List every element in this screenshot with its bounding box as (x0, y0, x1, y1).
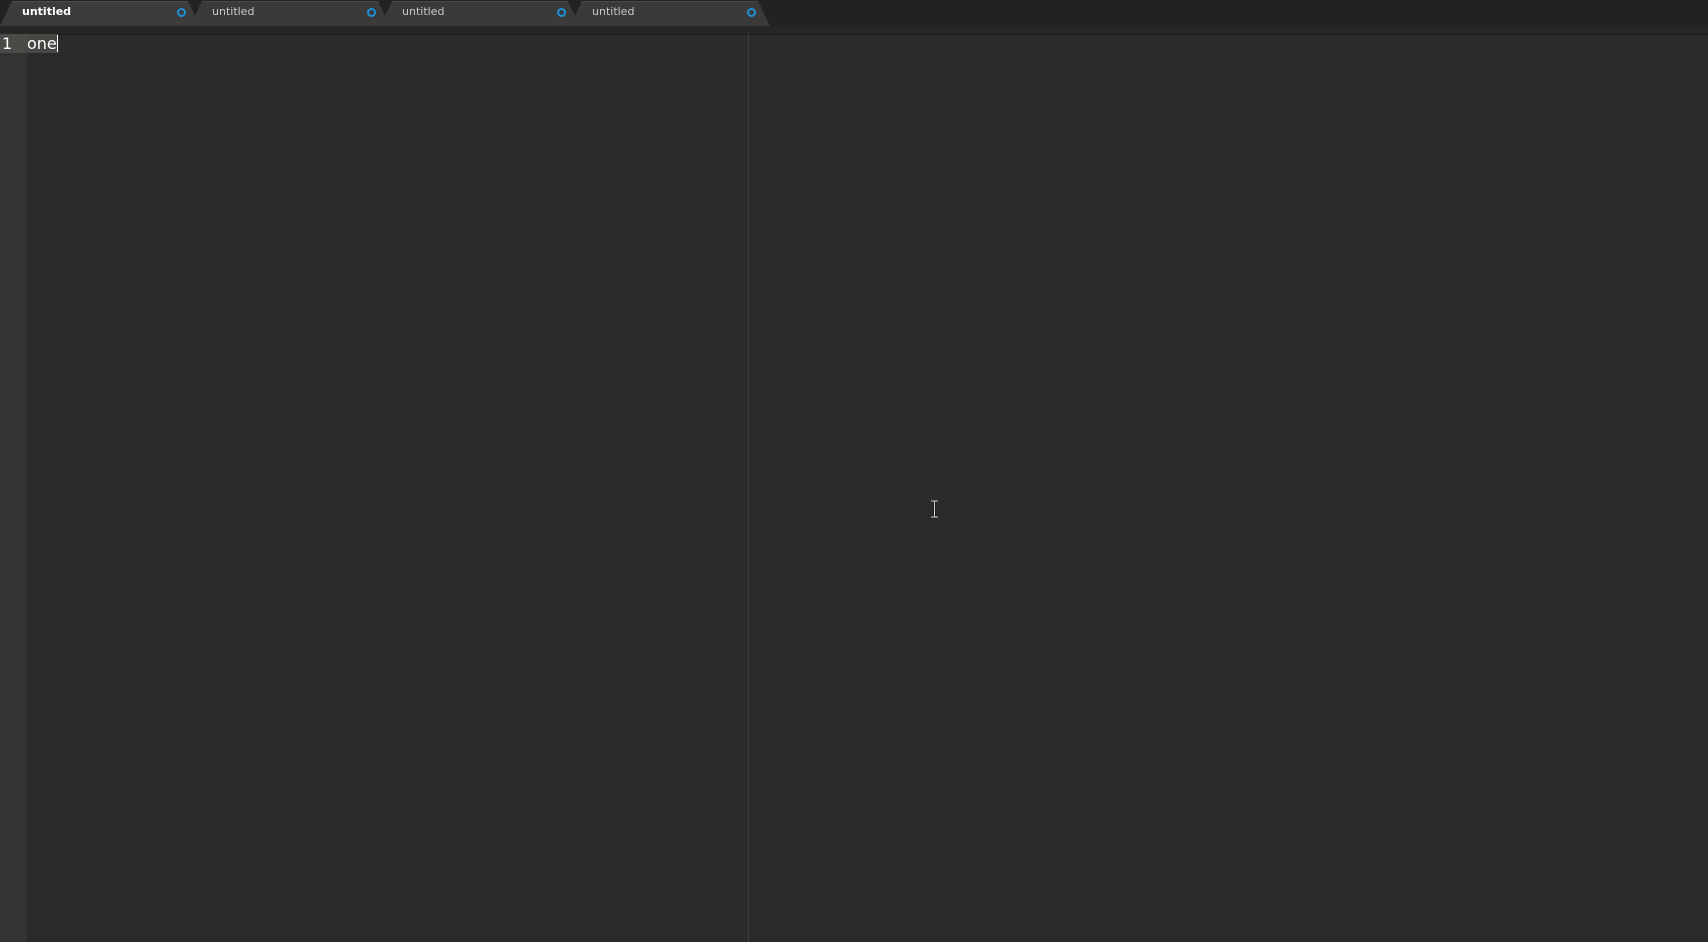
modified-dot-icon[interactable] (367, 8, 376, 17)
tab-untitled-1[interactable]: untitled (0, 1, 200, 26)
modified-dot-icon[interactable] (747, 8, 756, 17)
tab-untitled-4[interactable]: untitled (570, 1, 770, 26)
line-number: 1 (0, 34, 27, 53)
wrap-guide-ruler (748, 34, 749, 942)
text-editor[interactable]: one (27, 34, 748, 942)
modified-dot-icon[interactable] (177, 8, 186, 17)
tab-label: untitled (592, 5, 635, 18)
tab-bar: untitled untitled untitled untitled (0, 0, 1708, 27)
ibeam-cursor-icon (931, 500, 938, 518)
text-cursor (56, 35, 58, 52)
line-number-gutter: 1 (0, 34, 27, 942)
tab-label: untitled (402, 5, 445, 18)
code-line[interactable]: one (27, 34, 58, 53)
code-line-text: one (27, 34, 57, 53)
editor-window: untitled untitled untitled untitled 1 on… (0, 0, 1708, 942)
tab-untitled-3[interactable]: untitled (380, 1, 580, 26)
tab-label: untitled (212, 5, 255, 18)
tab-label: untitled (22, 5, 72, 18)
modified-dot-icon[interactable] (557, 8, 566, 17)
tab-untitled-2[interactable]: untitled (190, 1, 390, 26)
